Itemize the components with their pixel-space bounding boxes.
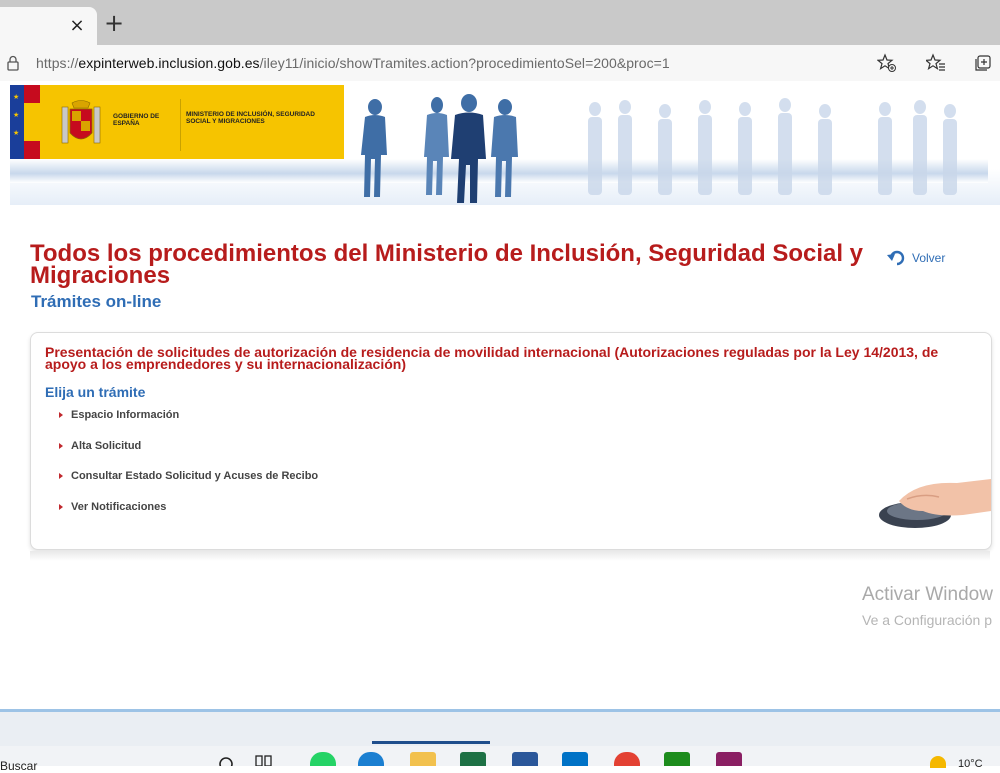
favorites-icon[interactable] <box>926 53 946 73</box>
taskbar-strip <box>0 746 1000 766</box>
eu-flag-icon: ★ ★ ★ <box>10 85 40 159</box>
government-logo[interactable]: ★ ★ ★ GOBIERNO DE ESPAÑA MINISTERIO DE I… <box>10 85 344 159</box>
calendar-app-icon[interactable] <box>716 752 742 766</box>
outlook-icon[interactable] <box>562 752 588 766</box>
option-espacio-informacion[interactable]: Espacio Información <box>55 409 318 440</box>
browser-tab-bar: × + <box>0 0 1000 45</box>
lock-icon[interactable] <box>6 55 20 71</box>
svg-text:★: ★ <box>13 111 19 119</box>
option-label: Consultar Estado Solicitud y Acuses de R… <box>71 470 319 482</box>
terminal-app-icon[interactable] <box>664 752 690 766</box>
procedure-card: Presentación de solicitudes de autorizac… <box>30 332 992 550</box>
option-alta-solicitud[interactable]: Alta Solicitud <box>55 440 318 471</box>
collections-icon[interactable] <box>973 53 993 73</box>
word-icon[interactable] <box>512 752 538 766</box>
svg-text:★: ★ <box>13 93 19 101</box>
bullet-icon <box>59 503 63 510</box>
excel-icon[interactable] <box>460 752 486 766</box>
procedure-options: Espacio Información Alta Solicitud Consu… <box>55 409 318 531</box>
bullet-icon <box>59 473 63 479</box>
activation-watermark-title: Activar Window <box>862 584 993 605</box>
option-ver-notificaciones[interactable]: Ver Notificaciones <box>55 501 318 532</box>
coat-of-arms-icon <box>61 100 101 144</box>
url-field[interactable]: https://expinterweb.inclusion.gob.es/ile… <box>36 55 670 71</box>
gov-label: GOBIERNO DE ESPAÑA <box>113 113 160 127</box>
close-icon[interactable]: × <box>68 17 86 35</box>
activation-watermark-subtitle: Ve a Configuración p <box>862 612 992 628</box>
option-label: Espacio Información <box>71 409 180 421</box>
back-link[interactable]: Volver <box>886 248 945 268</box>
bullet-icon <box>59 412 63 418</box>
option-label: Ver Notificaciones <box>71 500 167 513</box>
back-label: Volver <box>912 251 946 265</box>
svg-text:★: ★ <box>13 129 19 137</box>
address-bar: https://expinterweb.inclusion.gob.es/ile… <box>0 45 1000 82</box>
option-consultar-estado[interactable]: Consultar Estado Solicitud y Acuses de R… <box>55 470 318 501</box>
taskbar-search[interactable]: Buscar <box>0 759 37 773</box>
hand-on-mouse-illustration <box>879 479 991 528</box>
page-title: Todos los procedimientos del Ministerio … <box>30 240 864 289</box>
active-window-indicator <box>372 741 490 744</box>
people-silhouettes-illustration <box>361 94 957 203</box>
url-host: expinterweb.inclusion.gob.es <box>78 55 260 71</box>
browser-tab[interactable]: × <box>0 7 97 45</box>
choose-procedure-heading: Elija un trámite <box>45 384 146 400</box>
favorite-add-icon[interactable] <box>877 53 897 73</box>
search-icon[interactable] <box>218 756 234 766</box>
bullet-icon <box>59 442 63 449</box>
procedure-title: Presentación de solicitudes de autorizac… <box>45 344 939 372</box>
url-path: /iley11/inicio/showTramites.action?proce… <box>259 55 670 71</box>
plus-icon[interactable]: + <box>102 11 126 36</box>
url-prefix: https:// <box>36 55 79 71</box>
page-subtitle: Trámites on-line <box>31 292 162 311</box>
weather-sun-icon[interactable] <box>930 756 946 768</box>
card-shadow <box>30 551 990 561</box>
task-view-icon[interactable] <box>255 754 273 766</box>
file-explorer-icon[interactable] <box>410 752 436 766</box>
option-label: Alta Solicitud <box>71 439 142 452</box>
ministry-label: MINISTERIO DE INCLUSIÓN, SEGURIDAD SOCIA… <box>186 111 315 125</box>
weather-temperature: 10°C <box>958 758 983 770</box>
page-content: ★ ★ ★ GOBIERNO DE ESPAÑA MINISTERIO DE I… <box>0 81 1000 711</box>
undo-arrow-icon <box>887 250 905 266</box>
